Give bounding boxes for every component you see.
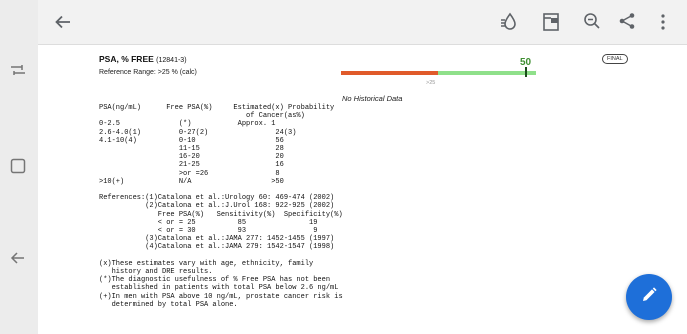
test-name: PSA, % FREE [99,54,154,64]
test-code: (12841-3) [156,57,187,64]
report-line: 16-20 20 [99,153,284,162]
report-line: >or =26 8 [99,169,280,178]
range-bar-in-range [438,71,536,75]
test-title: PSA, % FREE (12841-3) [99,54,187,64]
report-line: established in patients with total PSA b… [99,284,339,293]
home-icon[interactable] [10,158,26,177]
report-line: Free PSA(%) Sensitivity(%) Specificity(%… [99,210,343,219]
share-icon[interactable] [618,12,636,35]
report-line: (+)In men with PSA above 10 ng/mL, prost… [99,292,343,301]
result-marker [525,67,527,77]
status-badge: FINAL [602,54,628,64]
report-line: (x)These estimates vary with age, ethnic… [99,259,314,268]
recents-icon[interactable] [10,62,26,81]
report-line: (4)Catalona et al.:JAMA 279: 1542-1547 (… [99,243,335,252]
zoom-out-icon[interactable] [583,12,601,35]
result-value: 50 [520,57,532,68]
history-note: No Historical Data [342,94,403,103]
report-line: PSA(ng/mL) Free PSA(%) Estimated(x) Prob… [99,104,335,112]
document-icon[interactable] [542,12,560,37]
report-line: 11-15 28 [99,145,284,154]
report-line: >10(+) N/A >50 [99,177,284,186]
back-icon[interactable] [10,250,26,269]
report-line: 21-25 16 [99,161,284,170]
report-line: 2.6-4.0(1) 0-27(2) 24(3) [99,128,297,137]
report-line: (2)Catalona et al.:J.Urol 168: 922-925 (… [99,202,335,211]
edit-fab-button[interactable] [626,274,672,320]
report-line: of Cancer(as%) [99,112,305,121]
app-toolbar [38,0,687,45]
range-bar-out-of-range [341,71,438,75]
report-line: history and DRE results. [99,268,213,277]
report-line: 0-2.5 (*) Approx. 1 [99,120,276,129]
report-body: PSA(ng/mL) Free PSA(%) Estimated(x) Prob… [99,104,343,309]
report-line: < or = 25 85 19 [99,218,318,227]
report-line: 4.1-10(4) 0-10 56 [99,136,284,145]
report-document: PSA, % FREE (12841-3) Reference Range: >… [38,45,687,334]
more-vert-icon[interactable] [660,13,666,36]
accessibility-icon[interactable] [500,12,520,37]
report-line: References:(1)Catalona et al.:Urology 60… [99,194,335,203]
range-threshold-label: >25 [426,80,436,86]
report-line: < or = 30 93 9 [99,227,318,236]
system-navigation-bar [0,0,38,334]
report-line: (3)Catalona et al.:JAMA 277: 1452-1455 (… [99,235,335,244]
reference-range: Reference Range: >25 % (calc) [99,69,197,76]
report-line: determined by total PSA alone. [99,300,238,309]
back-arrow-icon[interactable] [54,13,72,36]
edit-pencil-icon [640,286,658,309]
report-line: (*)The diagnostic usefulness of % Free P… [99,276,331,285]
